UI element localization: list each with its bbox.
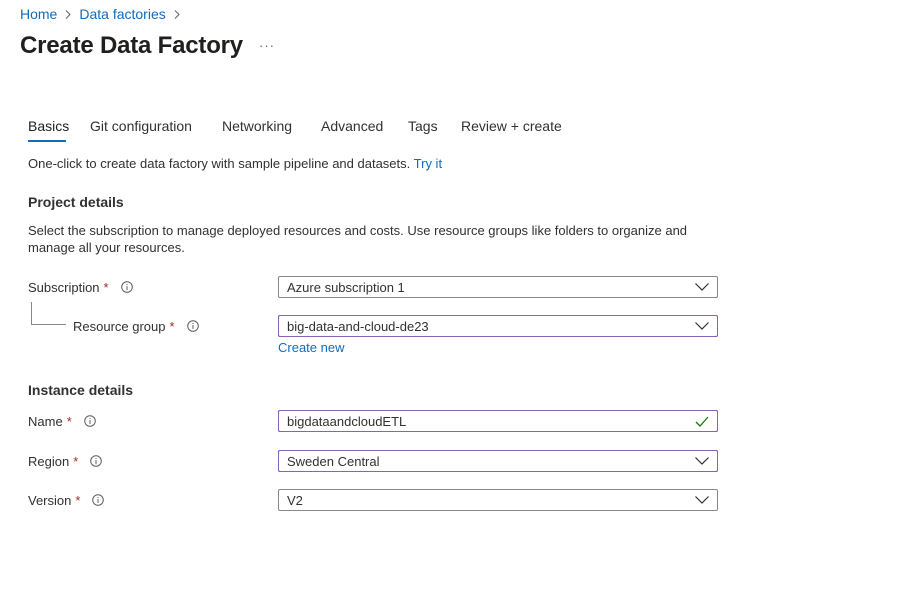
version-dropdown[interactable]: V2 <box>278 489 718 511</box>
info-icon[interactable] <box>90 455 103 467</box>
chevron-down-icon <box>694 492 710 508</box>
try-it-link[interactable]: Try it <box>414 156 442 171</box>
info-icon[interactable] <box>186 320 199 332</box>
name-label-text: Name <box>28 413 63 429</box>
tab-advanced[interactable]: Advanced <box>321 118 383 134</box>
region-value: Sweden Central <box>287 453 380 469</box>
region-label: Region * <box>28 452 103 470</box>
name-label: Name * <box>28 412 96 430</box>
info-icon[interactable] <box>92 494 105 506</box>
breadcrumb: Home Data factories <box>20 5 188 23</box>
required-marker: * <box>103 279 109 295</box>
chevron-right-icon <box>171 5 183 23</box>
version-value: V2 <box>287 492 303 508</box>
project-details-heading: Project details <box>28 194 124 210</box>
hierarchy-connector <box>31 302 66 325</box>
tab-tags[interactable]: Tags <box>408 118 438 134</box>
required-marker: * <box>169 318 175 334</box>
subscription-dropdown[interactable]: Azure subscription 1 <box>278 276 718 298</box>
tab-git-configuration[interactable]: Git configuration <box>90 118 192 134</box>
region-label-text: Region <box>28 453 70 469</box>
project-details-description: Select the subscription to manage deploy… <box>28 223 688 255</box>
more-options-button[interactable]: ··· <box>259 38 275 53</box>
required-marker: * <box>75 492 81 508</box>
info-icon[interactable] <box>83 415 96 427</box>
resource-group-value: big-data-and-cloud-de23 <box>287 318 429 334</box>
page-title: Create Data Factory <box>20 32 243 59</box>
breadcrumb-data-factories-link[interactable]: Data factories <box>79 6 165 22</box>
resource-group-label: Resource group * <box>73 317 199 335</box>
required-marker: * <box>73 453 79 469</box>
info-icon[interactable] <box>120 281 133 293</box>
one-click-banner: One-click to create data factory with sa… <box>28 156 442 171</box>
required-marker: * <box>66 413 72 429</box>
tab-basics[interactable]: Basics <box>28 118 69 134</box>
chevron-down-icon <box>694 453 710 469</box>
version-label-text: Version <box>28 492 72 508</box>
create-new-resource-group-link[interactable]: Create new <box>278 340 344 355</box>
resource-group-dropdown[interactable]: big-data-and-cloud-de23 <box>278 315 718 337</box>
name-input[interactable]: bigdataandcloudETL <box>278 410 718 432</box>
chevron-down-icon <box>694 318 710 334</box>
breadcrumb-home-link[interactable]: Home <box>20 6 57 22</box>
name-value: bigdataandcloudETL <box>287 413 407 429</box>
active-tab-indicator <box>28 140 66 142</box>
one-click-text: One-click to create data factory with sa… <box>28 156 411 171</box>
chevron-down-icon <box>694 279 710 295</box>
subscription-label: Subscription * <box>28 278 133 296</box>
tab-review-create[interactable]: Review + create <box>461 118 562 134</box>
region-dropdown[interactable]: Sweden Central <box>278 450 718 472</box>
subscription-label-text: Subscription <box>28 279 100 295</box>
resource-group-label-text: Resource group <box>73 318 166 334</box>
tab-networking[interactable]: Networking <box>222 118 292 134</box>
chevron-right-icon <box>62 5 74 23</box>
subscription-value: Azure subscription 1 <box>287 279 405 295</box>
version-label: Version * <box>28 491 105 509</box>
instance-details-heading: Instance details <box>28 382 134 398</box>
checkmark-icon <box>694 413 710 429</box>
